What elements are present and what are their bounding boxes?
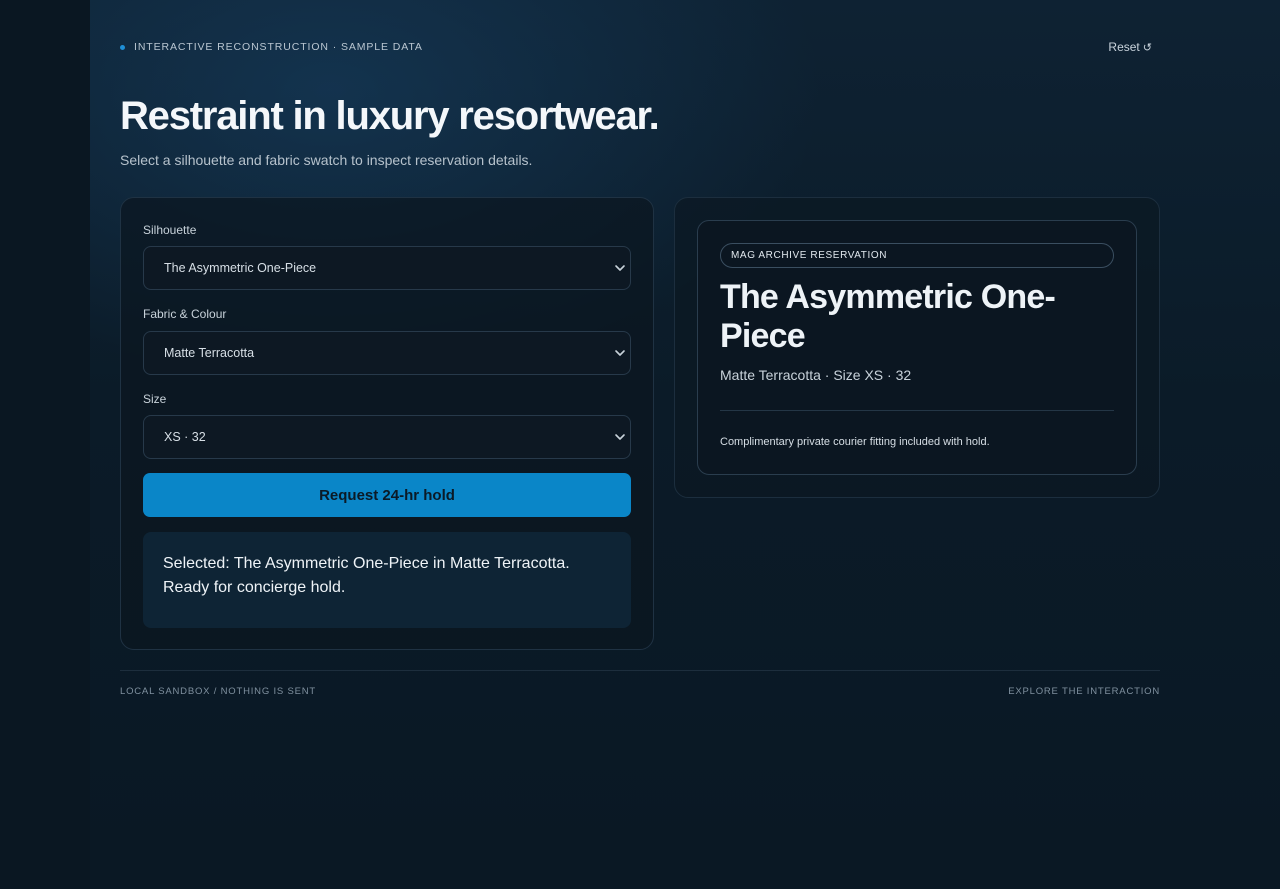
eyebrow: INTERACTIVE RECONSTRUCTION · SAMPLE DATA [120, 41, 423, 53]
refresh-icon: ↺ [1142, 42, 1152, 54]
request-hold-button[interactable]: Request 24-hr hold [143, 473, 631, 517]
silhouette-label: Silhouette [143, 223, 197, 237]
reservation-detail-card: MAG ARCHIVE RESERVATION The Asymmetric O… [674, 197, 1160, 498]
status-dot-icon [120, 44, 125, 50]
explore-link[interactable]: EXPLORE THE INTERACTION [1008, 686, 1160, 697]
page-content: INTERACTIVE RECONSTRUCTION · SAMPLE DATA… [120, 0, 1160, 889]
footer-divider [120, 670, 1160, 671]
silhouette-select[interactable]: The Asymmetric One-Piece [143, 246, 631, 290]
courier-note: Complimentary private courier fitting in… [720, 436, 990, 448]
silhouette-value: The Asymmetric One-Piece [164, 261, 317, 275]
reservation-detail-panel: MAG ARCHIVE RESERVATION The Asymmetric O… [697, 220, 1137, 475]
reservation-form-card: Silhouette The Asymmetric One-Piece Fabr… [120, 197, 654, 650]
fabric-select[interactable]: Matte Terracotta [143, 331, 631, 375]
selection-status: Selected: The Asymmetric One-Piece in Ma… [143, 532, 631, 628]
chevron-down-icon [615, 434, 625, 440]
page-subtitle: Select a silhouette and fabric swatch to… [120, 152, 533, 168]
divider [720, 410, 1114, 411]
reset-label: Reset [1108, 40, 1140, 54]
reset-button[interactable]: Reset ↺ [1108, 40, 1152, 54]
size-label: Size [143, 392, 167, 406]
product-meta: Matte Terracotta · Size XS · 32 [720, 367, 912, 383]
chevron-down-icon [615, 350, 625, 356]
footer-sandbox-note: LOCAL SANDBOX / NOTHING IS SENT [120, 686, 317, 697]
reservation-badge: MAG ARCHIVE RESERVATION [720, 243, 1114, 268]
size-select[interactable]: XS · 32 [143, 415, 631, 459]
product-title: The Asymmetric One-Piece [720, 278, 1056, 355]
fabric-value: Matte Terracotta [164, 346, 255, 360]
fabric-label: Fabric & Colour [143, 307, 227, 321]
page-title: Restraint in luxury resortwear. [120, 94, 660, 138]
eyebrow-label: INTERACTIVE RECONSTRUCTION · SAMPLE DATA [134, 41, 423, 53]
size-value: XS · 32 [164, 430, 206, 444]
chevron-down-icon [615, 265, 625, 271]
left-gutter [0, 0, 90, 889]
